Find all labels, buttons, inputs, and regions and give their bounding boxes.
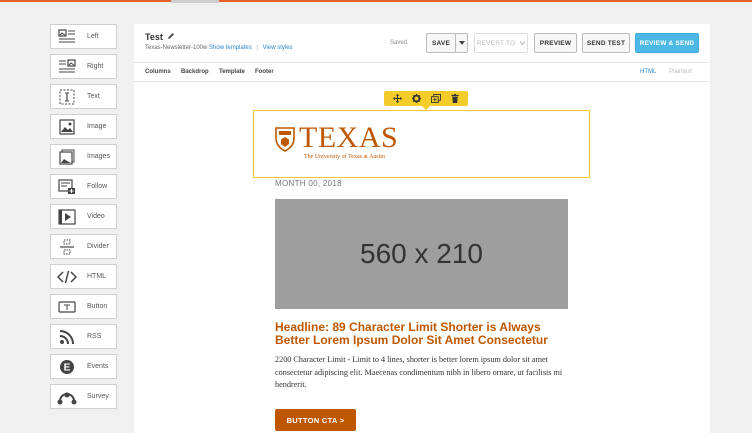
top-tab-indicator (171, 0, 219, 3)
block-label: RSS (87, 333, 102, 340)
article-headline[interactable]: Headline: 89 Character Limit Shorter is … (275, 321, 568, 347)
block-label: Events (87, 363, 109, 370)
block-video[interactable]: Video (50, 204, 117, 229)
block-button[interactable]: Button (50, 294, 117, 319)
tab-backdrop[interactable]: Backdrop (181, 69, 209, 75)
block-text[interactable]: Text (50, 84, 117, 109)
block-images[interactable]: Images (50, 144, 117, 169)
block-label: Right (87, 63, 104, 70)
image-left-icon (57, 28, 77, 46)
campaign-editor: Test Texas-Newsletter-100w Show template… (134, 24, 710, 433)
block-events[interactable]: E Events (50, 354, 117, 379)
editor-header: Test Texas-Newsletter-100w Show template… (134, 24, 710, 62)
images-icon (57, 148, 77, 166)
ut-shield-logo-icon (275, 127, 295, 157)
code-icon (57, 268, 77, 286)
block-rss[interactable]: RSS (50, 324, 117, 349)
email-canvas: TEXAS The University of Texas at Austin … (134, 82, 710, 433)
block-label: Text (87, 93, 100, 100)
image-icon (57, 118, 77, 136)
block-right[interactable]: Right (50, 54, 117, 79)
block-survey[interactable]: Survey (50, 384, 117, 409)
revert-label: REVERT TO (476, 39, 516, 47)
block-left[interactable]: Left (50, 24, 117, 49)
svg-text:E: E (64, 362, 71, 373)
link-separator: | (256, 45, 258, 51)
content-blocks-sidebar: Left Right Text Image Images Follow Vide… (50, 24, 117, 414)
preview-button[interactable]: PREVIEW (534, 33, 577, 53)
text-cursor-icon (57, 88, 77, 106)
save-options-button[interactable] (455, 33, 468, 53)
article-body[interactable]: 2200 Character Limit - Limit to 4 lines,… (275, 354, 575, 392)
block-label: Survey (87, 393, 109, 400)
block-label: Image (87, 123, 107, 130)
tab-template[interactable]: Template (219, 69, 245, 75)
events-icon: E (57, 358, 77, 376)
follow-icon (57, 178, 77, 196)
tab-plaintext[interactable]: Plaintext (669, 69, 692, 75)
block-label: Images (87, 153, 110, 160)
move-icon[interactable] (393, 94, 403, 104)
save-button[interactable]: SAVE (426, 33, 456, 53)
send-test-button[interactable]: SEND TEST (582, 33, 630, 53)
block-label: Left (87, 33, 99, 40)
logo-wordmark: TEXAS (299, 121, 399, 154)
trash-icon[interactable] (450, 94, 460, 104)
logo-block[interactable]: TEXAS The University of Texas at Austin (253, 110, 590, 178)
review-send-button[interactable]: REVIEW & SEND (635, 33, 699, 53)
block-label: Divider (87, 243, 109, 250)
block-toolbar (384, 91, 468, 110)
block-follow[interactable]: Follow (50, 174, 117, 199)
block-divider[interactable]: Divider (50, 234, 117, 259)
chevron-down-icon (519, 40, 526, 47)
divider-icon (57, 238, 77, 256)
campaign-title[interactable]: Test (145, 32, 175, 42)
top-accent-bar (0, 0, 752, 2)
video-icon (57, 208, 77, 226)
logo-subtitle: The University of Texas at Austin (304, 154, 385, 160)
editor-tabs: Columns Backdrop Template Footer HTML Pl… (134, 62, 710, 82)
cta-button[interactable]: BUTTON CTA > (275, 409, 356, 431)
block-label: Video (87, 213, 105, 220)
template-name: Texas-Newsletter-100w (145, 45, 208, 51)
save-status: Saved. (390, 40, 409, 46)
block-label: Button (87, 303, 108, 310)
template-info: Texas-Newsletter-100w Show templates | V… (145, 45, 293, 51)
revert-to-button[interactable]: REVERT TO (474, 33, 528, 53)
issue-date: MONTH 00, 2018 (275, 179, 342, 188)
hero-image-placeholder[interactable]: 560 x 210 (275, 199, 568, 309)
button-icon (57, 298, 77, 316)
duplicate-icon[interactable] (430, 94, 441, 104)
view-styles-link[interactable]: View styles (263, 45, 293, 51)
tab-footer[interactable]: Footer (255, 69, 274, 75)
image-right-icon (57, 58, 77, 76)
rss-icon (57, 328, 77, 346)
pencil-icon[interactable] (167, 32, 175, 42)
gear-icon[interactable] (412, 94, 422, 104)
show-templates-link[interactable]: Show templates (209, 45, 252, 51)
block-image[interactable]: Image (50, 114, 117, 139)
caret-down-icon (458, 40, 465, 47)
block-label: Follow (87, 183, 108, 190)
campaign-title-text: Test (145, 32, 163, 42)
tab-columns[interactable]: Columns (145, 69, 171, 75)
tab-html[interactable]: HTML (640, 69, 656, 75)
block-html[interactable]: HTML (50, 264, 117, 289)
survey-icon (57, 388, 77, 406)
block-label: HTML (87, 273, 107, 280)
